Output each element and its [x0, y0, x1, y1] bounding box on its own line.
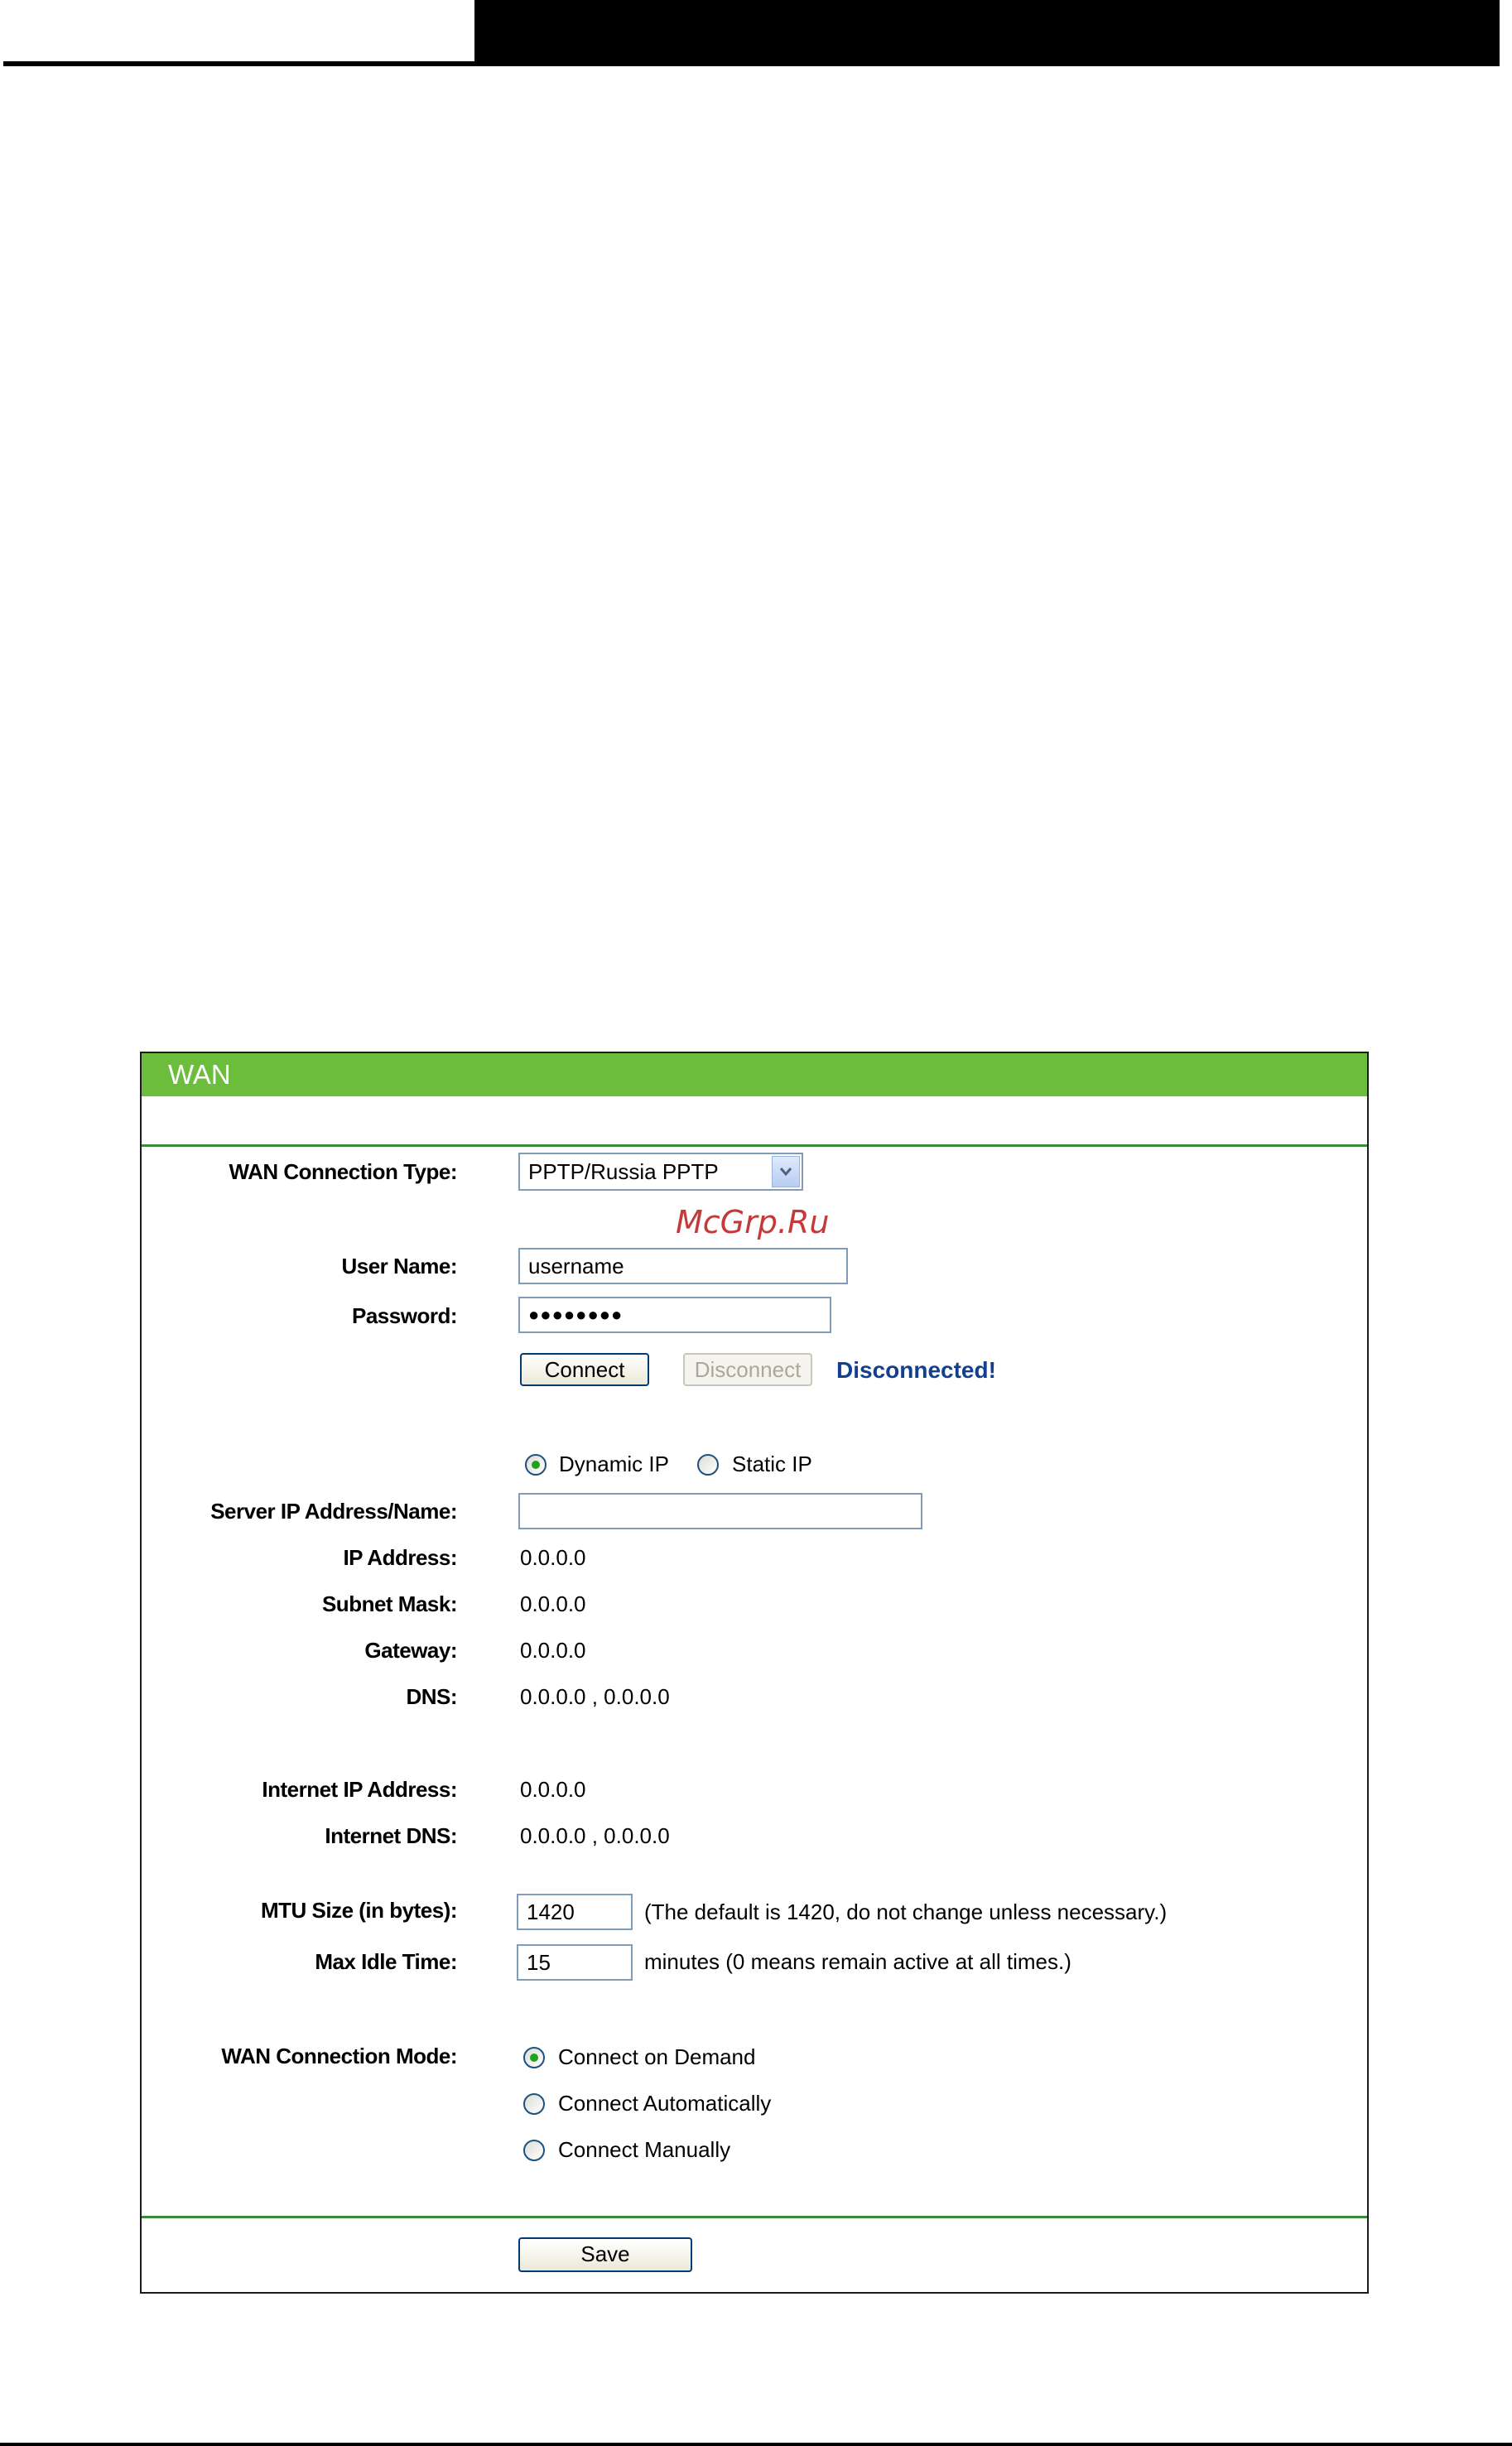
save-button[interactable]: Save	[518, 2237, 692, 2272]
dynamic-ip-radio[interactable]	[525, 1454, 547, 1476]
wan-settings-panel: WAN WAN Connection Type: PPTP/Russia PPT…	[140, 1052, 1369, 2294]
mtu-label: MTU Size (in bytes):	[260, 1898, 458, 1923]
user-name-input[interactable]: username	[518, 1248, 848, 1284]
disconnect-button[interactable]: Disconnect	[683, 1353, 812, 1386]
panel-divider-top	[142, 1144, 1367, 1147]
gateway-label: Gateway:	[364, 1638, 457, 1663]
page-footer-rule	[0, 2443, 1512, 2446]
connect-manually-label[interactable]: Connect Manually	[558, 2137, 730, 2162]
page-header-bar	[474, 0, 1500, 62]
ip-address-label: IP Address:	[343, 1545, 457, 1570]
password-input[interactable]: ●●●●●●●●	[518, 1297, 831, 1333]
dns-value: 0.0.0.0 , 0.0.0.0	[520, 1684, 670, 1709]
internet-ip-value: 0.0.0.0	[520, 1777, 586, 1802]
panel-title: WAN	[142, 1053, 1367, 1096]
connect-automatically-label[interactable]: Connect Automatically	[558, 2091, 771, 2116]
user-name-label: User Name:	[341, 1254, 457, 1278]
wan-connection-type-label: WAN Connection Type:	[229, 1159, 457, 1184]
max-idle-input[interactable]: 15	[517, 1944, 633, 1981]
server-ip-input[interactable]	[518, 1493, 922, 1529]
panel-divider-bottom	[142, 2216, 1367, 2218]
ip-address-value: 0.0.0.0	[520, 1545, 586, 1570]
static-ip-radio[interactable]	[697, 1454, 719, 1476]
chevron-down-icon[interactable]	[772, 1156, 800, 1187]
server-ip-label: Server IP Address/Name:	[210, 1499, 457, 1524]
page-header-rule	[3, 61, 1500, 66]
mtu-input[interactable]: 1420	[517, 1894, 633, 1930]
internet-dns-label: Internet DNS:	[325, 1823, 457, 1848]
max-idle-hint: minutes (0 means remain active at all ti…	[644, 1949, 1071, 1974]
connection-status-text: Disconnected!	[836, 1357, 996, 1383]
internet-ip-label: Internet IP Address:	[262, 1777, 457, 1802]
radio-selected-dot	[532, 1461, 540, 1469]
wan-mode-label: WAN Connection Mode:	[221, 2044, 457, 2068]
mtu-hint: (The default is 1420, do not change unle…	[644, 1900, 1168, 1924]
wan-connection-type-value: PPTP/Russia PPTP	[528, 1159, 719, 1184]
internet-dns-value: 0.0.0.0 , 0.0.0.0	[520, 1823, 670, 1848]
static-ip-label[interactable]: Static IP	[732, 1452, 812, 1476]
connect-automatically-radio[interactable]	[523, 2093, 545, 2115]
connect-on-demand-label[interactable]: Connect on Demand	[558, 2044, 755, 2069]
watermark-text: McGrp.Ru	[676, 1204, 830, 1240]
gateway-value: 0.0.0.0	[520, 1638, 586, 1663]
connect-manually-radio[interactable]	[523, 2140, 545, 2161]
subnet-mask-value: 0.0.0.0	[520, 1591, 586, 1616]
wan-connection-type-select[interactable]: PPTP/Russia PPTP	[518, 1153, 803, 1191]
password-label: Password:	[352, 1303, 458, 1328]
subnet-mask-label: Subnet Mask:	[321, 1591, 458, 1616]
dynamic-ip-label[interactable]: Dynamic IP	[559, 1452, 669, 1476]
radio-selected-dot	[530, 2054, 538, 2062]
dns-label: DNS:	[406, 1684, 457, 1709]
max-idle-label: Max Idle Time:	[315, 1949, 457, 1974]
connect-on-demand-radio[interactable]	[523, 2047, 545, 2068]
connect-button[interactable]: Connect	[520, 1353, 649, 1386]
